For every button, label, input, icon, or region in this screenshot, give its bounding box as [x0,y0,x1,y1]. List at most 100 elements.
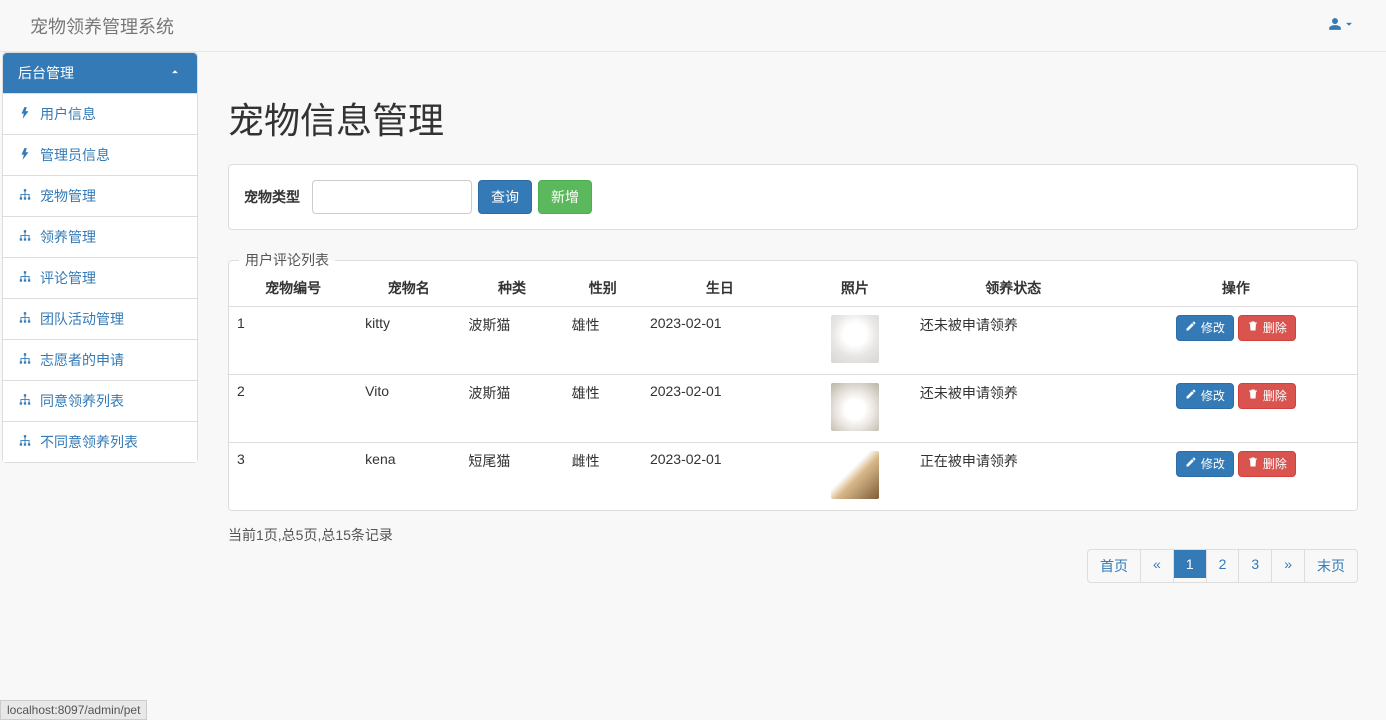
cell-status: 正在被申请领养 [912,443,1115,511]
sidebar-link[interactable]: 管理员信息 [18,145,182,165]
caret-down-icon [1342,17,1356,34]
edit-label: 修改 [1201,455,1225,473]
page-number-link[interactable]: 3 [1239,550,1271,578]
sidebar-heading-label: 后台管理 [18,63,74,83]
sidebar-item-label: 同意领养列表 [40,391,124,411]
sidebar-link[interactable]: 同意领养列表 [18,391,182,411]
table-row: 3kena短尾猫雌性2023-02-01 正在被申请领养 修改 删除 [229,443,1357,511]
sidebar-item-label: 团队活动管理 [40,309,124,329]
edit-button[interactable]: 修改 [1176,451,1234,477]
cell-id: 2 [229,375,357,443]
sidebar-item[interactable]: 不同意领养列表 [3,421,197,462]
sidebar-link[interactable]: 用户信息 [18,104,182,124]
page-last-link[interactable]: 末页 [1305,550,1357,582]
sidebar-item[interactable]: 团队活动管理 [3,298,197,339]
page-prev-link[interactable]: « [1141,550,1173,578]
sidebar-link[interactable]: 领养管理 [18,227,182,247]
browser-status-bar: localhost:8097/admin/pet [0,700,147,720]
cell-actions: 修改 删除 [1115,443,1357,511]
sidebar-item-label: 志愿者的申请 [40,350,124,370]
page-number-link[interactable]: 2 [1207,550,1239,578]
user-icon [1328,17,1342,34]
app-title: 宠物领养管理系统 [15,0,189,54]
page-number-link[interactable]: 1 [1174,550,1206,578]
sidebar-link[interactable]: 不同意领养列表 [18,432,182,452]
page-title: 宠物信息管理 [228,92,1358,144]
pencil-icon [1185,455,1197,473]
cell-photo [798,307,912,375]
sidebar-item-label: 宠物管理 [40,186,96,206]
sidebar-item-label: 不同意领养列表 [40,432,138,452]
sidebar: 后台管理 用户信息管理员信息宠物管理领养管理评论管理团队活动管理志愿者的申请同意… [0,52,200,603]
cell-gender: 雄性 [564,307,642,375]
edit-button[interactable]: 修改 [1176,315,1234,341]
sidebar-item-label: 评论管理 [40,268,96,288]
search-panel: 宠物类型 查询 新增 [228,164,1358,230]
sitemap-icon [18,393,32,410]
cell-birthday: 2023-02-01 [642,443,798,511]
pet-type-input[interactable] [312,180,472,214]
page-next-link[interactable]: » [1272,550,1304,578]
delete-button[interactable]: 删除 [1238,451,1296,477]
page-first-link[interactable]: 首页 [1088,550,1140,582]
cell-actions: 修改 删除 [1115,375,1357,443]
delete-label: 删除 [1263,455,1287,473]
sidebar-item[interactable]: 志愿者的申请 [3,339,197,380]
sidebar-link[interactable]: 志愿者的申请 [18,350,182,370]
page-next: » [1271,549,1305,583]
table-legend: 用户评论列表 [239,250,335,270]
delete-button[interactable]: 删除 [1238,383,1296,409]
cell-breed: 波斯猫 [460,375,563,443]
sidebar-link[interactable]: 评论管理 [18,268,182,288]
page-first: 首页 [1087,549,1141,583]
table-header-cell: 性别 [564,270,642,307]
cell-id: 3 [229,443,357,511]
sitemap-icon [18,229,32,246]
sidebar-item[interactable]: 领养管理 [3,216,197,257]
cell-status: 还未被申请领养 [912,375,1115,443]
cell-status: 还未被申请领养 [912,307,1115,375]
pet-photo [831,383,879,431]
edit-button[interactable]: 修改 [1176,383,1234,409]
table-header-cell: 操作 [1115,270,1357,307]
sidebar-item-label: 领养管理 [40,227,96,247]
cell-breed: 短尾猫 [460,443,563,511]
sidebar-item[interactable]: 宠物管理 [3,175,197,216]
pet-photo [831,451,879,499]
pagination-info: 当前1页,总5页,总15条记录 [228,525,1358,545]
table-row: 2Vito波斯猫雄性2023-02-01还未被申请领养修改删除 [229,375,1357,443]
sidebar-heading[interactable]: 后台管理 [3,53,197,93]
sitemap-icon [18,352,32,369]
table-fieldset: 用户评论列表 宠物编号宠物名种类性别生日照片领养状态操作 1kitty波斯猫雄性… [228,250,1358,511]
cell-birthday: 2023-02-01 [642,375,798,443]
delete-button[interactable]: 删除 [1238,315,1296,341]
add-button[interactable]: 新增 [538,180,592,214]
sidebar-item[interactable]: 管理员信息 [3,134,197,175]
delete-label: 删除 [1263,319,1287,337]
pencil-icon [1185,319,1197,337]
sidebar-item[interactable]: 评论管理 [3,257,197,298]
cell-gender: 雄性 [564,375,642,443]
table-body: 1kitty波斯猫雄性2023-02-01还未被申请领养修改删除2Vito波斯猫… [229,307,1357,511]
cell-gender: 雌性 [564,443,642,511]
chevron-up-icon [168,65,182,82]
page-number: 1 [1173,549,1207,583]
pet-photo [831,315,879,363]
sidebar-item[interactable]: 用户信息 [3,93,197,134]
sidebar-link[interactable]: 团队活动管理 [18,309,182,329]
cell-breed: 波斯猫 [460,307,563,375]
search-label: 宠物类型 [244,187,300,207]
edit-label: 修改 [1201,387,1225,405]
delete-label: 删除 [1263,387,1287,405]
cell-photo [798,375,912,443]
sitemap-icon [18,434,32,451]
sidebar-item[interactable]: 同意领养列表 [3,380,197,421]
trash-icon [1247,319,1259,337]
table-header-cell: 种类 [460,270,563,307]
query-button[interactable]: 查询 [478,180,532,214]
cell-name: kena [357,443,460,511]
sidebar-link[interactable]: 宠物管理 [18,186,182,206]
cell-actions: 修改 删除 [1115,307,1357,375]
user-menu[interactable] [1328,17,1371,34]
sitemap-icon [18,270,32,287]
